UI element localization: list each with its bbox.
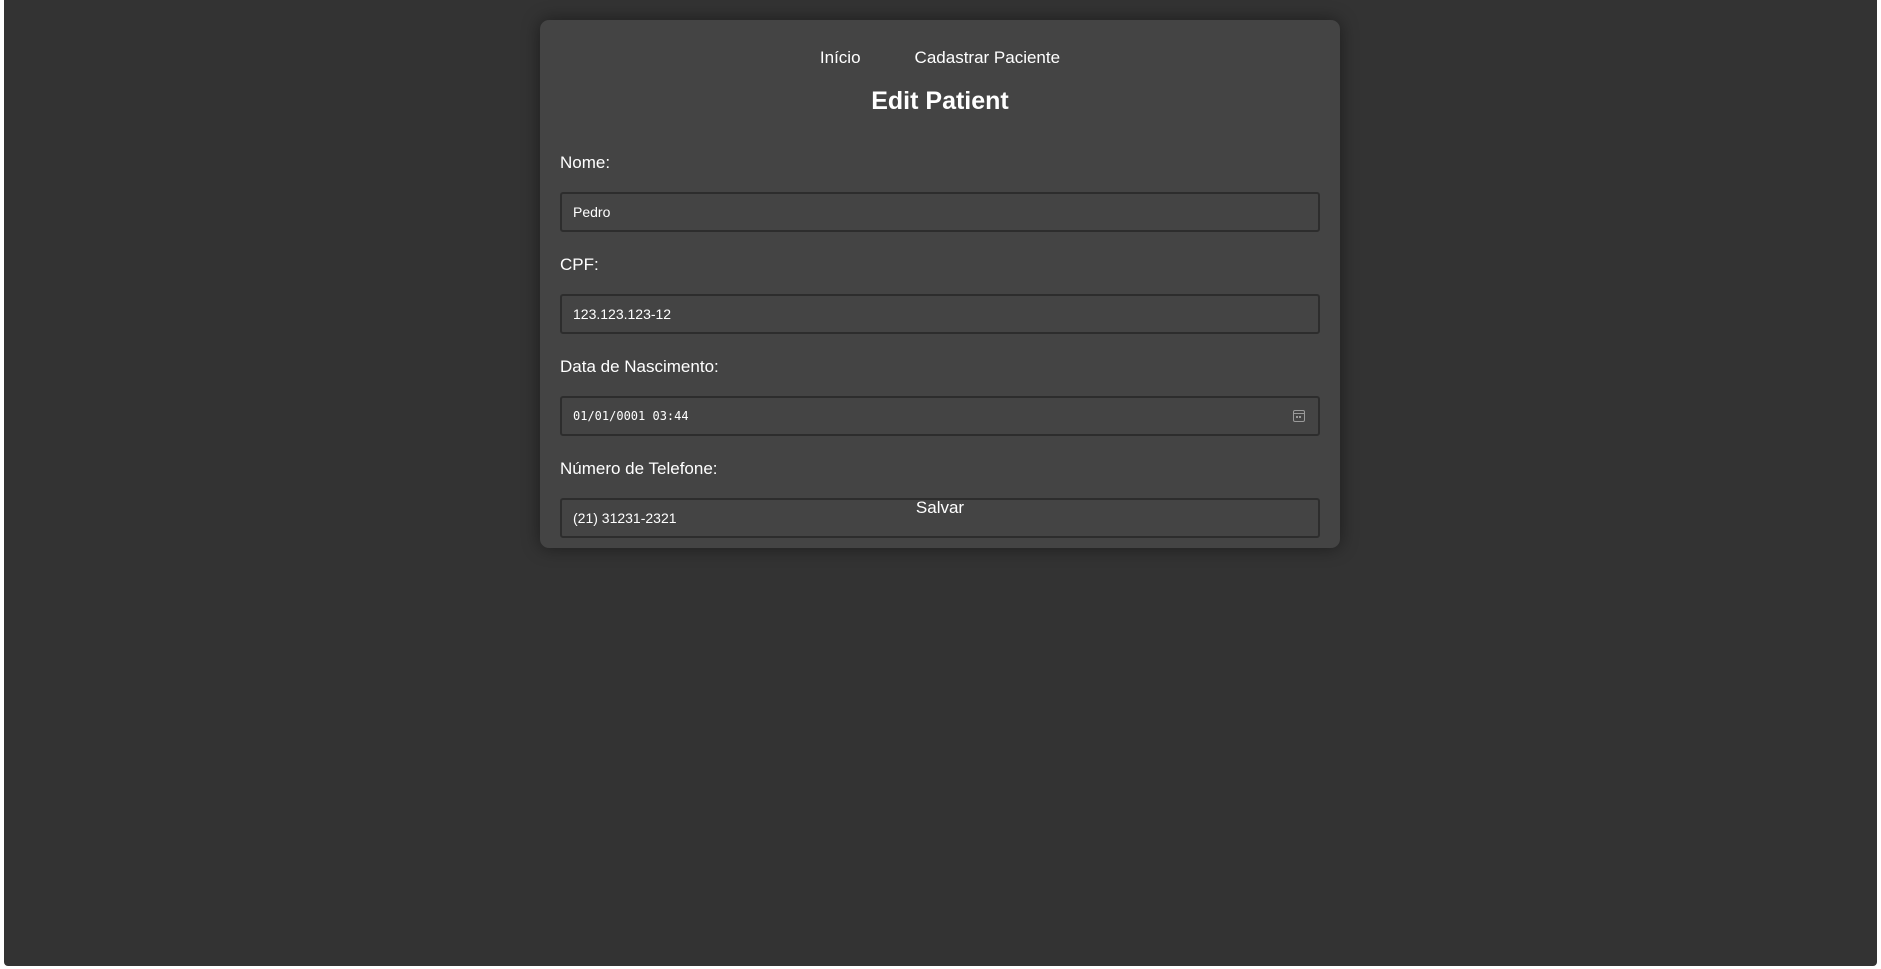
- cpf-input[interactable]: 123.123.123-12: [560, 294, 1320, 334]
- name-label: Nome:: [560, 153, 611, 172]
- birth-date-field-group: Data de Nascimento: 01/01/0001 03:44: [560, 356, 1320, 436]
- top-nav: Início Cadastrar Paciente: [540, 48, 1340, 68]
- birth-date-input[interactable]: 01/01/0001 03:44: [560, 396, 1320, 436]
- cpf-input-value: 123.123.123-12: [573, 306, 672, 322]
- name-input[interactable]: Pedro: [560, 192, 1320, 232]
- nav-link-home[interactable]: Início: [793, 48, 888, 68]
- phone-label: Número de Telefone:: [560, 459, 718, 478]
- page-title: Edit Patient: [871, 87, 1009, 115]
- cpf-field-group: CPF: 123.123.123-12: [560, 254, 1320, 334]
- birth-date-input-value: 01/01/0001 03:44: [573, 409, 689, 423]
- cpf-label: CPF:: [560, 255, 599, 274]
- birth-date-label: Data de Nascimento:: [560, 357, 719, 376]
- page-background: Início Cadastrar Paciente Edit Patient N…: [4, 0, 1877, 966]
- calendar-icon[interactable]: [1293, 410, 1305, 422]
- edit-patient-card: Início Cadastrar Paciente Edit Patient N…: [540, 20, 1340, 548]
- name-input-value: Pedro: [573, 204, 611, 220]
- name-field-group: Nome: Pedro: [560, 152, 1320, 232]
- nav-link-register-patient[interactable]: Cadastrar Paciente: [888, 48, 1088, 68]
- save-button[interactable]: Salvar: [540, 498, 1340, 518]
